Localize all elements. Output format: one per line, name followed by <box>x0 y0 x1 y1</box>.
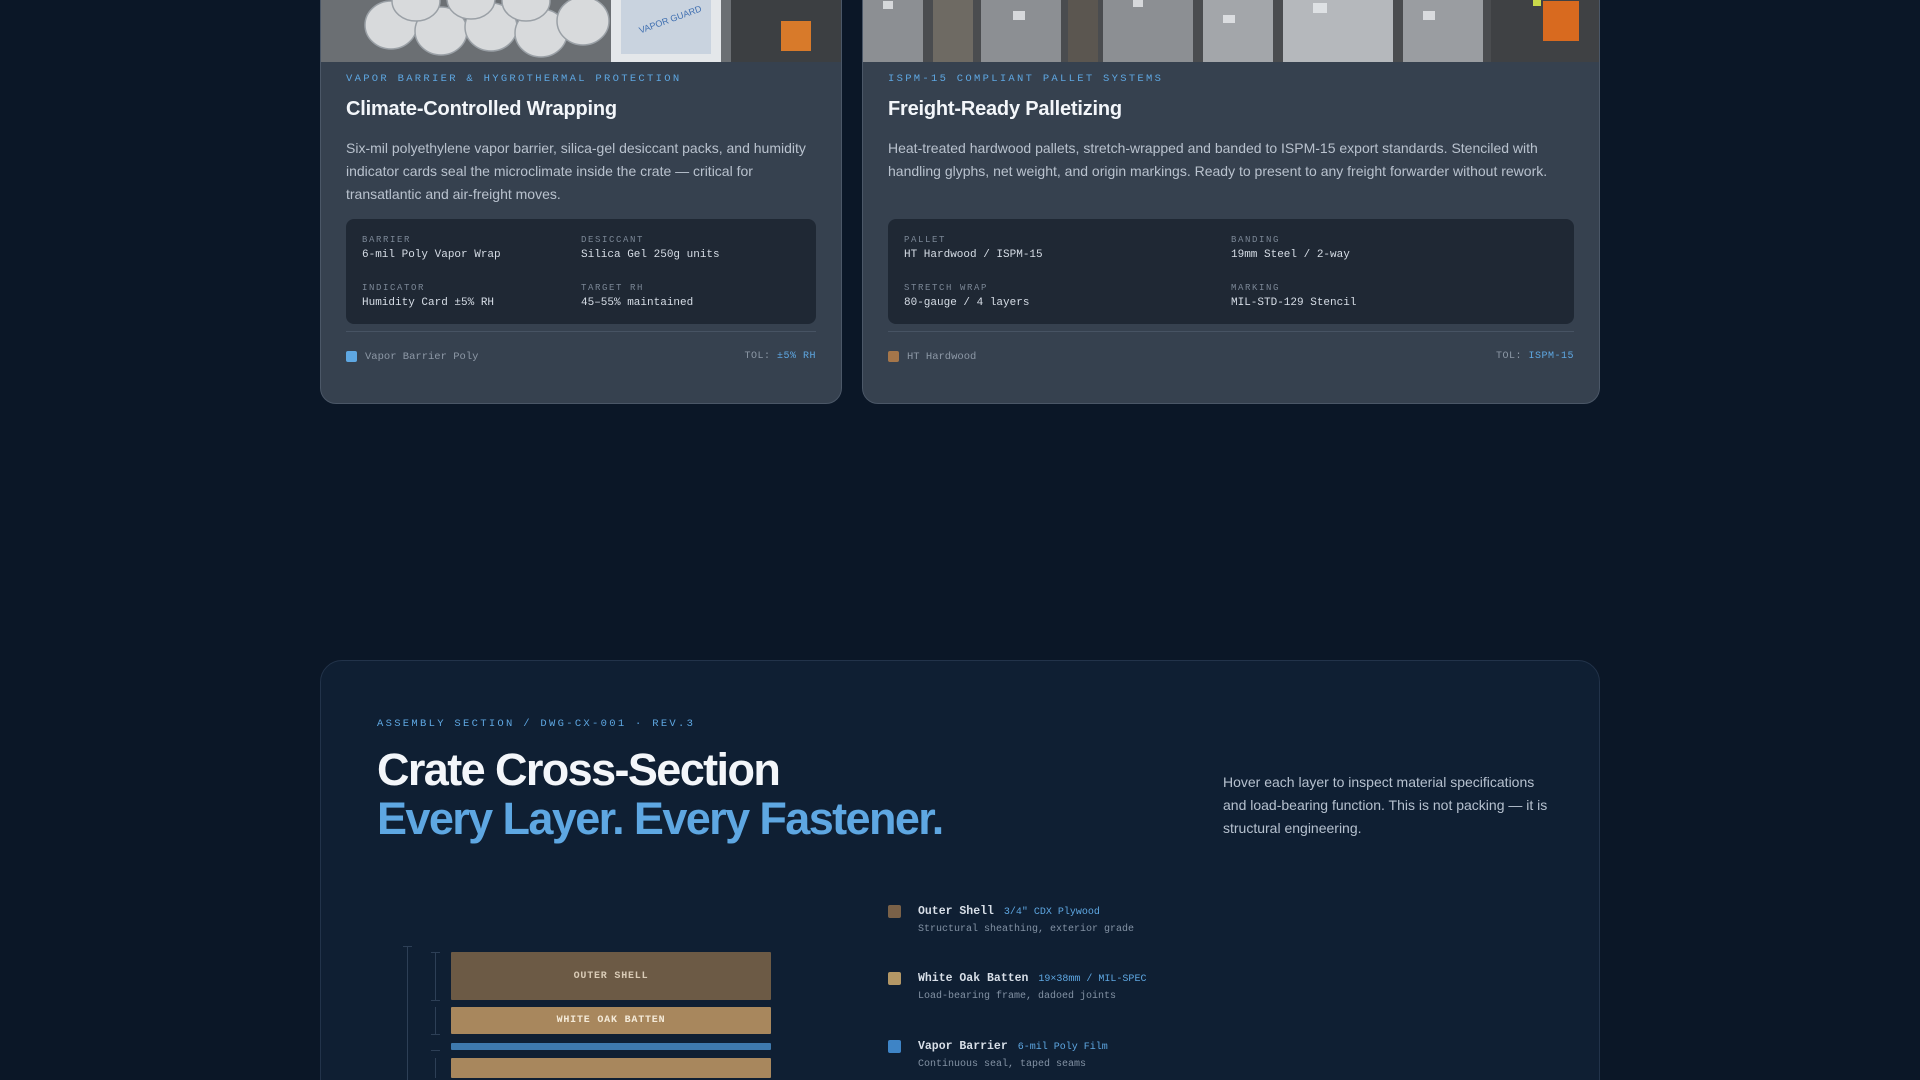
assembly-section: ASSEMBLY SECTION / DWG-CX-001 · REV.3 Cr… <box>320 660 1600 1080</box>
section-intro: Hover each layer to inspect material spe… <box>1223 774 1548 836</box>
card-footer: Vapor Barrier Poly TOL: ±5% RH <box>346 331 816 367</box>
spec-barrier: BARRIER 6-mil Poly Vapor Wrap <box>362 235 501 261</box>
card-footer: HT Hardwood TOL: ISPM-15 <box>888 331 1574 367</box>
spec-target-rh: TARGET RH 45–55% maintained <box>581 283 694 309</box>
section-title-line2: Every Layer. Every Fastener. <box>377 793 944 844</box>
card-photo-warehouse <box>863 0 1599 62</box>
card-eyebrow: ISPM-15 COMPLIANT PALLET SYSTEMS <box>888 73 1164 85</box>
card-description: Six-mil polyethylene vapor barrier, sili… <box>346 140 806 202</box>
spec-pallet: PALLET HT Hardwood / ISPM-15 <box>904 235 1043 261</box>
spec-grid: BARRIER 6-mil Poly Vapor Wrap DESICCANT Si… <box>346 219 816 324</box>
card-description: Heat-treated hardwood pallets, stretch-w… <box>888 140 1548 179</box>
card-title: Climate-Controlled Wrapping <box>346 98 617 120</box>
spec-grid: PALLET HT Hardwood / ISPM-15 BANDING 19mm … <box>888 219 1574 324</box>
dimension-tick <box>431 1050 440 1051</box>
material-swatch <box>346 351 357 362</box>
legend-item-vapor-barrier[interactable]: Vapor Barrier 6-mil Poly Film Continuous … <box>888 1036 1108 1070</box>
spec-desiccant: DESICCANT Silica Gel 250g units <box>581 235 720 261</box>
dimension-line <box>435 1007 436 1034</box>
dimension-tick <box>431 1000 440 1001</box>
section-title-line1: Crate Cross-Section <box>377 744 781 795</box>
section-title: Crate Cross-Section Every Layer. Every F… <box>377 744 944 844</box>
legend-swatch <box>888 1040 901 1053</box>
legend-item-outer-shell[interactable]: Outer Shell 3/4" CDX Plywood Structural s… <box>888 901 1134 935</box>
layer-vapor-barrier[interactable] <box>451 1043 771 1050</box>
tolerance: TOL: ±5% RH <box>744 351 816 362</box>
spec-stretch-wrap: STRETCH WRAP 80-gauge / 4 layers <box>904 283 1030 309</box>
dimension-line <box>435 1058 436 1078</box>
material-swatch <box>888 351 899 362</box>
dimension-tick <box>431 952 440 953</box>
card-eyebrow: VAPOR BARRIER & HYGROTHERMAL PROTECTION <box>346 73 682 85</box>
dimension-tick <box>403 946 412 947</box>
service-card-freight-palletizing[interactable]: ISPM-15 COMPLIANT PALLET SYSTEMS Freight… <box>862 0 1600 404</box>
legend-swatch <box>888 972 901 985</box>
tolerance: TOL: ISPM-15 <box>1495 351 1574 362</box>
dimension-line <box>407 946 408 1080</box>
material-tag: Vapor Barrier Poly <box>346 351 478 363</box>
section-eyebrow: ASSEMBLY SECTION / DWG-CX-001 · REV.3 <box>377 718 696 730</box>
spec-marking: MARKING MIL-STD-129 Stencil <box>1231 283 1357 309</box>
crate-cross-section-diagram: OUTER SHELL WHITE OAK BATTEN <box>377 946 797 1080</box>
material-tag: HT Hardwood <box>888 351 976 363</box>
dimension-line <box>435 952 436 1000</box>
service-card-climate-wrapping[interactable]: VAPOR GUARD VAPOR BARRIER & HYGROTHERMAL… <box>320 0 842 404</box>
layer-outer-shell[interactable]: OUTER SHELL <box>451 952 771 1000</box>
layer-inner-batten[interactable] <box>451 1058 771 1078</box>
card-photo-poly-rolls: VAPOR GUARD <box>321 0 841 62</box>
legend-item-white-oak-batten[interactable]: White Oak Batten 19×38mm / MIL-SPEC Load-… <box>888 968 1146 1002</box>
card-title: Freight-Ready Palletizing <box>888 98 1122 120</box>
spec-banding: BANDING 19mm Steel / 2-way <box>1231 235 1350 261</box>
legend-swatch <box>888 905 901 918</box>
layer-white-oak-batten[interactable]: WHITE OAK BATTEN <box>451 1007 771 1034</box>
dimension-tick <box>431 1034 440 1035</box>
spec-indicator: INDICATOR Humidity Card ±5% RH <box>362 283 495 309</box>
